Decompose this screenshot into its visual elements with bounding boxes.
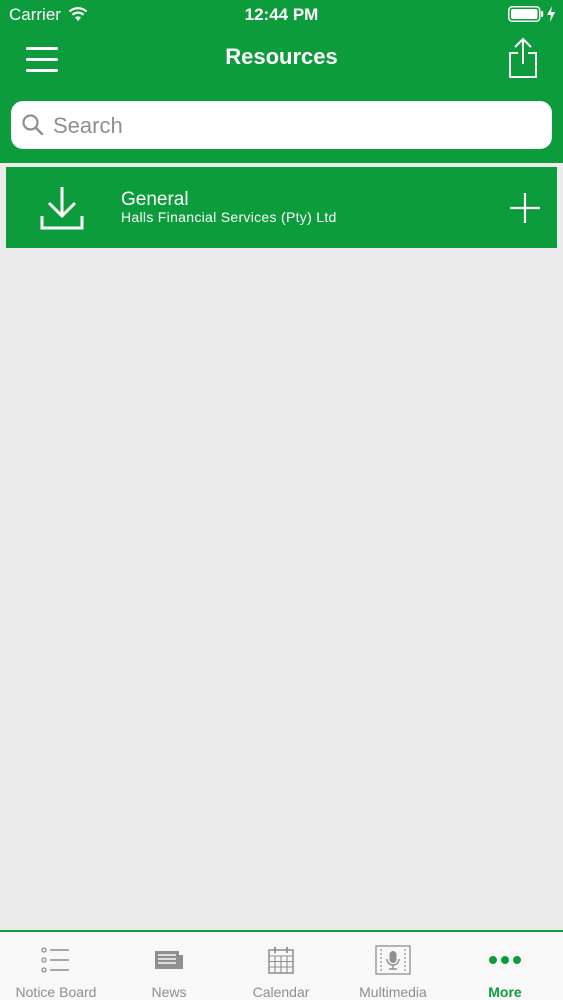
charging-bolt-icon [547, 6, 555, 22]
download-icon [40, 187, 84, 230]
tab-label: Calendar [252, 984, 310, 1000]
list-icon [41, 947, 69, 973]
resource-row-general[interactable]: General Halls Financial Services (Pty) L… [6, 167, 557, 248]
tab-calendar[interactable]: Calendar [225, 932, 337, 1000]
plus-icon [510, 193, 540, 223]
resource-title: General [121, 189, 189, 210]
newspaper-icon [155, 951, 183, 969]
search-bar[interactable] [11, 101, 552, 149]
tab-label: Notice Board [15, 984, 97, 1000]
clock: 12:44 PM [244, 5, 319, 24]
page-title: Resources [225, 44, 338, 69]
tab-more[interactable]: More [449, 932, 561, 1000]
tab-notice-board[interactable]: Notice Board [0, 932, 112, 1000]
navigation-bar: Resources [0, 30, 563, 96]
expand-button[interactable] [508, 191, 542, 225]
search-input[interactable] [51, 107, 545, 145]
share-icon [509, 37, 537, 78]
tab-bar: Notice Board News Calendar Multimedia Mo… [0, 930, 563, 1000]
resource-subtitle: Halls Financial Services (Pty) Ltd [121, 209, 337, 225]
tab-news[interactable]: News [113, 932, 225, 1000]
calendar-icon [268, 947, 294, 974]
tab-label: More [488, 984, 522, 1000]
share-button[interactable] [505, 36, 541, 80]
tab-label: Multimedia [359, 984, 427, 1000]
search-icon [22, 114, 44, 136]
app-header: Carrier 12:44 PM Resources [0, 0, 563, 163]
battery-icon [508, 6, 544, 22]
more-dots-icon [489, 956, 521, 964]
status-bar: Carrier 12:44 PM [0, 0, 563, 30]
microphone-icon [375, 945, 411, 975]
tab-multimedia[interactable]: Multimedia [337, 932, 449, 1000]
tab-label: News [151, 984, 187, 1000]
